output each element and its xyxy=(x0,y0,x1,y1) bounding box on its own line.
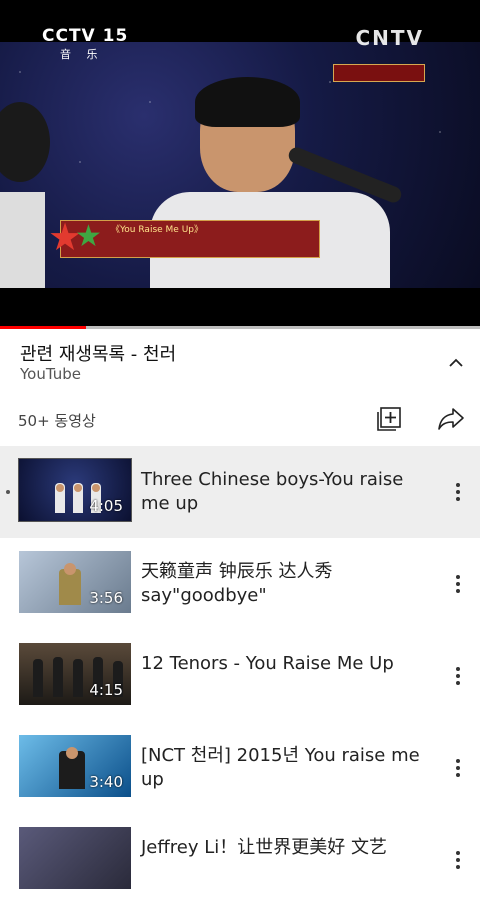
list-item[interactable]: 3:56 天籁童声 钟辰乐 达人秀 say"goodbye" xyxy=(0,538,480,630)
video-count: 50+ 동영상 xyxy=(18,412,96,430)
video-thumbnail[interactable]: 4:15 xyxy=(19,643,131,705)
playlist-title: 관련 재생목록 - 천러 xyxy=(20,344,177,365)
video-title[interactable]: [NCT 천러] 2015년 You raise me up xyxy=(141,744,431,792)
star-logo-icon-green: ★ xyxy=(75,219,102,254)
list-item[interactable]: 3:40 [NCT 천러] 2015년 You raise me up xyxy=(0,722,480,814)
list-item[interactable]: 4:15 12 Tenors - You Raise Me Up xyxy=(0,630,480,722)
video-thumbnail[interactable]: 3:40 xyxy=(19,735,131,797)
playlist-channel: YouTube xyxy=(20,365,81,383)
video-thumbnail[interactable]: 4:05 xyxy=(19,459,131,521)
video-duration: 3:56 xyxy=(89,589,123,607)
chevron-up-icon[interactable] xyxy=(444,350,468,374)
more-options-icon[interactable] xyxy=(448,570,468,598)
video-title[interactable]: 12 Tenors - You Raise Me Up xyxy=(141,652,431,676)
video-player[interactable]: 《You Raise Me Up》 ★ ★ CCTV 15 音 乐 CNTV xyxy=(0,0,480,327)
channel-watermark: CCTV 15 xyxy=(42,26,129,46)
more-options-icon[interactable] xyxy=(448,478,468,506)
channel-watermark-sub: 音 乐 xyxy=(60,48,104,61)
now-playing-indicator xyxy=(6,490,10,494)
video-title[interactable]: 天籁童声 钟辰乐 达人秀 say"goodbye" xyxy=(141,560,431,608)
add-to-playlist-icon[interactable] xyxy=(375,405,403,433)
list-item[interactable]: 4:05 Three Chinese boys-You raise me up xyxy=(0,446,480,538)
video-thumbnail[interactable] xyxy=(19,827,131,889)
network-watermark: CNTV xyxy=(355,26,424,50)
more-options-icon[interactable] xyxy=(448,662,468,690)
side-performer xyxy=(0,102,50,288)
video-title[interactable]: Three Chinese boys-You raise me up xyxy=(141,468,431,516)
corner-badge xyxy=(333,64,425,82)
list-item[interactable]: Jeffrey Li！让世界更美好 文艺 xyxy=(0,814,480,906)
video-duration: 4:05 xyxy=(89,497,123,515)
video-thumbnail[interactable]: 3:56 xyxy=(19,551,131,613)
more-options-icon[interactable] xyxy=(448,754,468,782)
progress-fill xyxy=(0,326,87,329)
playlist-items: 4:05 Three Chinese boys-You raise me up … xyxy=(0,446,480,906)
more-options-icon[interactable] xyxy=(448,846,468,874)
video-duration: 4:15 xyxy=(89,681,123,699)
video-title[interactable]: Jeffrey Li！让世界更美好 文艺 xyxy=(141,836,431,860)
share-icon[interactable] xyxy=(436,405,466,433)
video-duration: 3:40 xyxy=(89,773,123,791)
